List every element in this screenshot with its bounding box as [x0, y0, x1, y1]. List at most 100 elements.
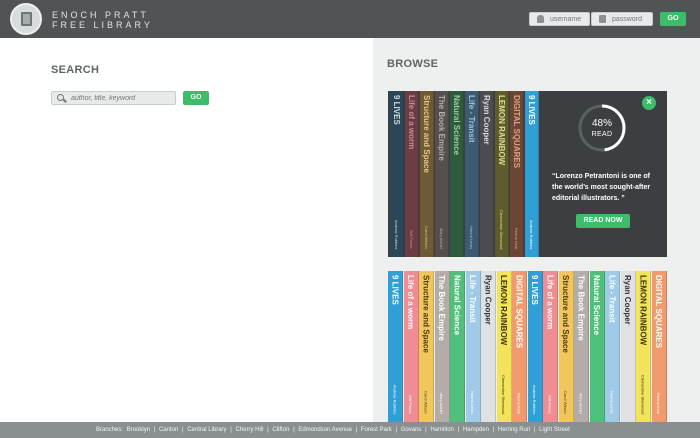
branch-link[interactable]: Light Street: [539, 427, 570, 433]
spine-title: Structure and Space: [421, 275, 431, 353]
spine-title: 9 LIVES: [392, 95, 401, 125]
branch-separator: |: [423, 427, 429, 433]
login-go-button[interactable]: GO: [660, 12, 686, 26]
feature-book-spine[interactable]: The Book Empire Mary Aichel: [435, 91, 449, 257]
shelf-book-spine[interactable]: Natural Science: [589, 271, 605, 422]
branch-link[interactable]: Brooklyn: [127, 427, 150, 433]
username-field-wrap: [529, 12, 600, 26]
branch-link[interactable]: Herring Run: [498, 427, 530, 433]
branch-link[interactable]: Hamilton: [430, 427, 454, 433]
spine-author: Clementine Sherwood: [640, 374, 646, 414]
feature-book-spine[interactable]: Life - Transit Hanna Lewis: [465, 91, 479, 257]
spine-title: 9 LIVES: [527, 95, 536, 125]
shelf-book-spine[interactable]: Ryan Cooper: [620, 271, 636, 422]
search-input[interactable]: [71, 92, 171, 104]
shelf-book-spine[interactable]: The Book Empire Mary Aichel: [434, 271, 450, 422]
spine-author: Mary Aichel: [439, 393, 444, 414]
spine-title: Ryan Cooper: [482, 95, 491, 145]
branch-link[interactable]: Edmondson Avenue: [298, 427, 352, 433]
spine-title: Life of a worm: [407, 95, 416, 150]
shelf-book-spine[interactable]: Structure and Space Carol Wilson: [558, 271, 574, 422]
read-now-button[interactable]: READ NOW: [576, 214, 630, 228]
spine-author: Hanna Lewis: [470, 390, 475, 414]
shelf-book-spine[interactable]: DIGITAL SQUARES Reena Kirai: [512, 271, 527, 422]
spine-title: Ryan Cooper: [483, 275, 493, 325]
branches-label: Branches:: [96, 427, 124, 433]
shelf-book-spine[interactable]: LEMON RAINBOW Clementine Sherwood: [636, 271, 651, 422]
brand-line-1: ENOCH PRATT: [52, 10, 149, 20]
spine-title: Ryan Cooper: [623, 275, 632, 325]
close-icon[interactable]: ×: [642, 96, 656, 110]
branch-link[interactable]: Canton: [159, 427, 178, 433]
branches-footer: Branches: Brooklyn | Canton | Central Li…: [0, 422, 700, 438]
branch-link[interactable]: Cherry Hill: [235, 427, 263, 433]
spine-title: Life - Transit: [607, 275, 617, 323]
lock-icon: [599, 15, 606, 23]
brand-name: ENOCH PRATT FREE LIBRARY: [52, 10, 153, 30]
feature-book-spine[interactable]: Ryan Cooper: [480, 91, 494, 257]
spine-title: Life - Transit: [468, 275, 477, 323]
shelf-book-spine[interactable]: 9 LIVES Andrew Robbins: [388, 271, 403, 422]
spine-author: Will Flores: [409, 230, 414, 249]
shelf-book-spine[interactable]: LEMON RAINBOW Clementine Sherwood: [496, 271, 512, 422]
shelf-book-spine[interactable]: Life of a worm Will Flores: [403, 271, 419, 422]
branch-link[interactable]: Clifton: [272, 427, 289, 433]
feature-book-spine[interactable]: 9 LIVES Andrew Robbins: [390, 91, 404, 257]
branch-separator: |: [353, 427, 359, 433]
spine-title: Life of a worm: [406, 275, 415, 330]
book-shelf: 9 LIVES Andrew Robbins Life of a worm Will …: [388, 271, 667, 422]
browse-title: BROWSE: [387, 58, 439, 70]
shelf-book-spine[interactable]: Structure and Space Carol Wilson: [419, 271, 434, 422]
spine-author: Carol Wilson: [423, 391, 429, 414]
branch-separator: |: [456, 427, 461, 433]
branch-link[interactable]: Central Library: [187, 427, 226, 433]
spine-title: LEMON RAINBOW: [499, 275, 508, 346]
password-input[interactable]: [612, 13, 662, 25]
spine-title: The Book Empire: [576, 275, 586, 341]
shelf-book-spine[interactable]: DIGITAL SQUARES Reena Kirai: [651, 271, 667, 422]
search-title: SEARCH: [51, 64, 100, 76]
spine-title: Structure and Space: [422, 95, 431, 173]
branch-link[interactable]: Forest Park: [361, 427, 392, 433]
brand-line-2: FREE LIBRARY: [52, 20, 153, 30]
spine-author: Andrew Robbins: [394, 219, 399, 249]
library-logo[interactable]: [10, 3, 42, 35]
feature-book-spine[interactable]: LEMON RAINBOW Clementine Sherwood: [495, 91, 509, 257]
shelf-book-spine[interactable]: 9 LIVES Andrew Robbins: [527, 271, 543, 422]
book-icon: [21, 12, 32, 26]
spine-author: Clementine Sherwood: [499, 209, 504, 249]
spine-title: Natural Science: [452, 275, 462, 336]
branch-link[interactable]: Hampden: [463, 427, 489, 433]
spine-title: DIGITAL SQUARES: [654, 275, 663, 349]
spine-title: The Book Empire: [437, 275, 446, 341]
shelf-book-spine[interactable]: Natural Science: [450, 271, 465, 422]
branch-separator: |: [532, 427, 538, 433]
spine-author: Mary Aichel: [439, 228, 444, 249]
feature-book-spine[interactable]: 9 LIVES Andrew Robbins: [525, 91, 539, 257]
password-field-wrap: [591, 12, 662, 26]
page: ENOCH PRATT FREE LIBRARY GO SEARCH GO BR…: [0, 0, 700, 438]
spine-title: Natural Science: [452, 95, 461, 156]
spine-author: Will Flores: [408, 395, 413, 414]
spine-title: LEMON RAINBOW: [497, 95, 506, 166]
spine-author: Reena Kirai: [656, 393, 661, 414]
featured-quote: “Lorenzo Petrantoni is one of the world’…: [552, 173, 651, 202]
spine-title: 9 LIVES: [390, 275, 400, 305]
user-icon: [537, 15, 544, 23]
spine-title: Life of a worm: [545, 275, 555, 330]
spine-title: 9 LIVES: [530, 275, 539, 305]
feature-book-spine[interactable]: DIGITAL SQUARES Reena Kirai: [510, 91, 524, 257]
spine-title: DIGITAL SQUARES: [514, 275, 524, 349]
search-go-button[interactable]: GO: [183, 91, 209, 105]
feature-book-spine[interactable]: Life of a worm Will Flores: [405, 91, 419, 257]
feature-book-spine[interactable]: Structure and Space Carol Wilson: [420, 91, 434, 257]
shelf-book-spine[interactable]: Life - Transit Hanna Lewis: [605, 271, 620, 422]
branch-separator: |: [152, 427, 157, 433]
shelf-book-spine[interactable]: Life - Transit Hanna Lewis: [465, 271, 481, 422]
shelf-book-spine[interactable]: The Book Empire Mary Aichel: [574, 271, 589, 422]
branch-link[interactable]: Govans: [401, 427, 422, 433]
feature-book-spine[interactable]: Natural Science: [450, 91, 464, 257]
spine-author: Carol Wilson: [424, 226, 429, 249]
shelf-book-spine[interactable]: Ryan Cooper: [481, 271, 496, 422]
shelf-book-spine[interactable]: Life of a worm Will Flores: [543, 271, 558, 422]
